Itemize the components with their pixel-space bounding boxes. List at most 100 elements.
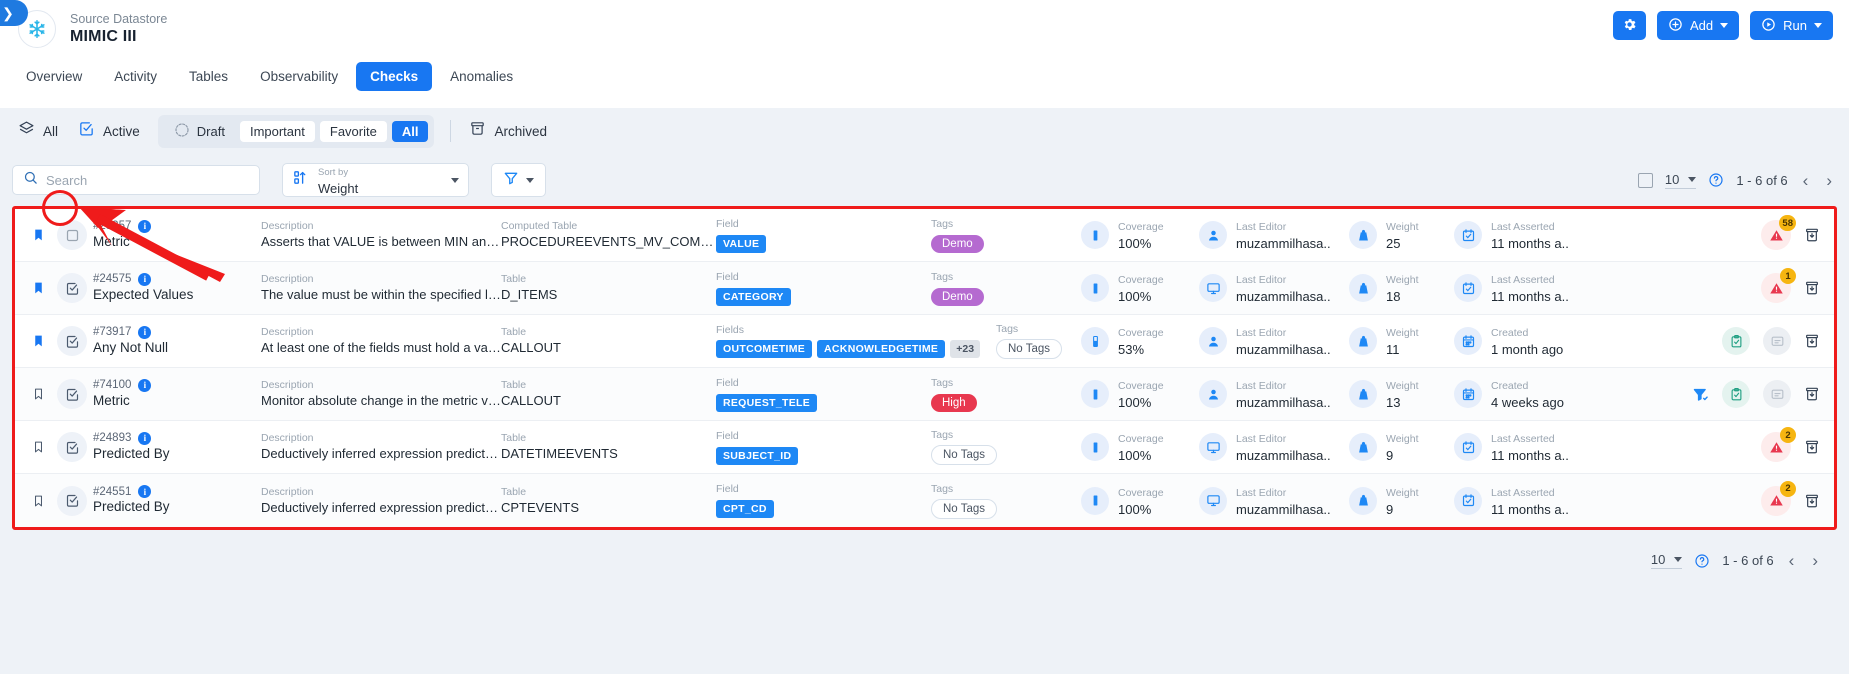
alert-indicator[interactable]: 58 (1761, 215, 1796, 250)
check-name: Metric (93, 233, 130, 249)
field-overflow-count[interactable]: +23 (950, 340, 981, 358)
filter-archived-label: Archived (494, 123, 547, 139)
check-table: CALLOUT (501, 393, 561, 408)
alert-indicator[interactable]: 2 (1761, 480, 1796, 516)
tab-overview[interactable]: Overview (12, 62, 96, 91)
info-icon[interactable]: i (138, 485, 152, 498)
calendar-check-icon (1454, 486, 1482, 515)
column-label-coverage: Coverage (1118, 221, 1164, 233)
check-name: Metric (93, 392, 130, 408)
coverage-full-icon (1081, 221, 1109, 249)
chevron-right-icon[interactable]: ❯ (0, 0, 28, 26)
segment-all[interactable]: All (391, 120, 429, 142)
column-label-last-editor: Last Editor (1236, 486, 1287, 499)
tab-activity[interactable]: Activity (100, 62, 171, 91)
info-icon[interactable]: i (138, 219, 152, 233)
info-icon[interactable]: i (138, 272, 152, 286)
coverage-value: 100% (1118, 395, 1152, 410)
column-label-weight: Weight (1386, 433, 1419, 445)
archive-down-icon[interactable] (1804, 386, 1820, 402)
segment-draft[interactable]: Draft (164, 119, 235, 144)
field-pill: VALUE (716, 234, 767, 253)
run-button[interactable]: Run (1750, 11, 1833, 40)
info-icon[interactable]: i (138, 378, 152, 392)
alert-count-badge: 1 (1780, 268, 1796, 284)
archive-down-icon[interactable] (1804, 280, 1820, 296)
table-row[interactable]: #24551 i Predicted By Description Deduct… (15, 474, 1834, 527)
help-circle-icon[interactable] (1694, 553, 1710, 569)
tab-observability[interactable]: Observability (246, 62, 352, 91)
note-icon[interactable] (1763, 327, 1791, 355)
column-label-table: Table (501, 432, 527, 444)
archive-down-icon[interactable] (1804, 493, 1820, 509)
page-size-select[interactable]: 10 (1650, 552, 1683, 569)
add-button[interactable]: Add (1657, 11, 1740, 40)
archive-down-icon[interactable] (1804, 227, 1820, 243)
filter-dropdown-button[interactable] (491, 163, 546, 197)
row-state-checkbox[interactable] (57, 273, 87, 303)
chevron-right-icon[interactable]: › (1823, 172, 1835, 189)
segment-important[interactable]: Important (239, 120, 315, 142)
chevron-right-icon[interactable]: › (1809, 552, 1821, 569)
bookmark-outline-icon[interactable] (27, 386, 49, 402)
search-input[interactable] (46, 172, 249, 188)
archive-down-icon[interactable] (1804, 439, 1820, 455)
filter-archived[interactable]: Archived (465, 120, 563, 142)
check-name: Expected Values (93, 286, 194, 302)
checks-table: #25357 i Metric Description Asserts that… (12, 206, 1837, 530)
column-label-weight: Weight (1386, 274, 1419, 286)
sort-by-value: Weight (318, 181, 359, 196)
weight-icon (1349, 486, 1377, 515)
row-state-checkbox[interactable] (57, 220, 87, 250)
tab-checks[interactable]: Checks (356, 62, 433, 91)
filter-active[interactable]: Active (74, 120, 156, 142)
select-all-checkbox[interactable] (1637, 172, 1653, 188)
chevron-down-icon (1720, 23, 1729, 28)
funnel-check-icon[interactable] (1692, 386, 1709, 403)
alert-indicator[interactable]: 2 (1761, 427, 1796, 462)
chevron-left-icon[interactable]: ‹ (1800, 172, 1812, 189)
weight-icon (1349, 221, 1377, 249)
bookmark-filled-icon[interactable] (27, 333, 49, 349)
field-pill: CATEGORY (716, 287, 791, 306)
tab-tables[interactable]: Tables (175, 62, 242, 91)
row-state-checkbox[interactable] (57, 326, 87, 356)
column-label-field: Field (716, 217, 739, 230)
chevron-left-icon[interactable]: ‹ (1786, 552, 1798, 569)
weight-value: 25 (1386, 236, 1401, 251)
bookmark-filled-icon[interactable] (27, 227, 49, 243)
column-label-last-editor: Last Editor (1236, 380, 1287, 392)
sort-by-select[interactable]: Sort by Weight (282, 163, 469, 197)
tab-anomalies[interactable]: Anomalies (436, 62, 527, 91)
bookmark-filled-icon[interactable] (27, 280, 49, 296)
row-state-checkbox[interactable] (57, 379, 87, 409)
filter-all[interactable]: All (14, 120, 74, 142)
archive-down-icon[interactable] (1804, 333, 1820, 349)
row-state-checkbox[interactable] (57, 485, 87, 516)
table-row[interactable]: #24575 i Expected Values Description The… (15, 262, 1834, 315)
settings-button[interactable] (1613, 11, 1646, 40)
status-badge: No Tags (996, 339, 1062, 359)
table-row[interactable]: #25357 i Metric Description Asserts that… (15, 209, 1834, 262)
monitor-icon (1199, 433, 1227, 461)
page-size-select[interactable]: 10 (1664, 172, 1697, 189)
table-row[interactable]: #73917 i Any Not Null Description At lea… (15, 315, 1834, 368)
filter-all-label: All (43, 123, 59, 139)
bookmark-outline-icon[interactable] (27, 493, 49, 509)
alert-indicator[interactable]: 1 (1761, 268, 1796, 303)
info-icon[interactable]: i (138, 325, 152, 339)
bookmark-outline-icon[interactable] (27, 439, 49, 455)
clipboard-check-icon[interactable] (1722, 380, 1750, 408)
table-row[interactable]: #24893 i Predicted By Description Deduct… (15, 421, 1834, 474)
note-icon[interactable] (1763, 380, 1791, 408)
info-icon[interactable]: i (138, 431, 152, 445)
help-circle-icon[interactable] (1708, 172, 1724, 188)
row-state-checkbox[interactable] (57, 432, 87, 462)
search-field[interactable] (12, 165, 260, 195)
clipboard-check-icon[interactable] (1722, 327, 1750, 355)
field-pill: OUTCOMETIME (716, 340, 813, 358)
table-row[interactable]: #74100 i Metric Description Monitor abso… (15, 368, 1834, 421)
segment-favorite[interactable]: Favorite (319, 120, 387, 142)
column-label-coverage: Coverage (1118, 380, 1164, 392)
main-tabs: Overview Activity Tables Observability C… (0, 62, 1849, 91)
